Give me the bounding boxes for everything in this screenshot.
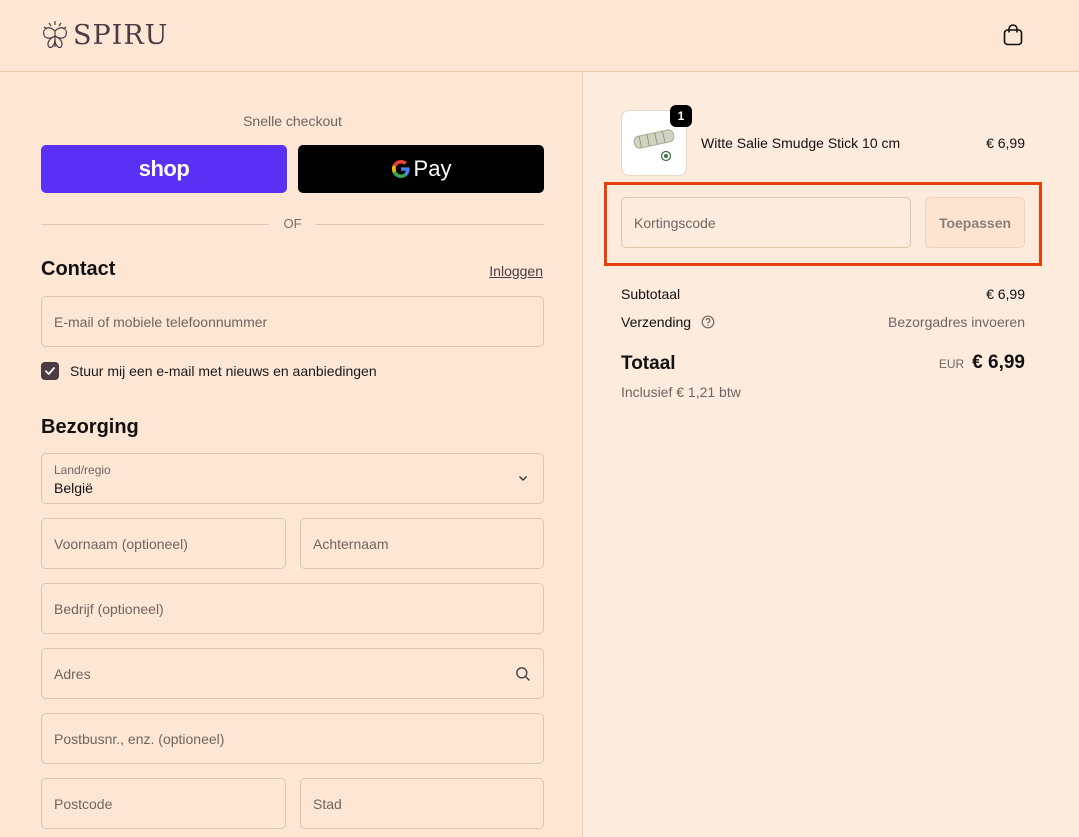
discount-code-field[interactable] xyxy=(621,197,911,248)
chevron-down-icon xyxy=(517,472,529,484)
butterfly-logo-icon xyxy=(43,21,67,49)
address2-input[interactable] xyxy=(42,714,543,763)
newsletter-option[interactable]: Stuur mij een e-mail met nieuws en aanbi… xyxy=(41,362,377,380)
checkmark-icon xyxy=(45,367,55,375)
order-summary: 1 Witte Salie Smudge Stick 10 cm € 6,99 … xyxy=(583,72,1079,837)
shop-pay-button[interactable]: shop xyxy=(41,145,287,193)
header: SPIRU xyxy=(0,0,1079,72)
address2-field[interactable] xyxy=(41,713,544,764)
address-field[interactable] xyxy=(41,648,544,699)
last-name-input[interactable] xyxy=(301,519,543,568)
brand-logo[interactable]: SPIRU xyxy=(40,18,168,52)
product-name: Witte Salie Smudge Stick 10 cm xyxy=(701,135,901,151)
delivery-heading: Bezorging xyxy=(41,416,139,438)
brand-name: SPIRU xyxy=(73,19,169,51)
login-link[interactable]: Inloggen xyxy=(489,263,543,279)
quantity-badge: 1 xyxy=(670,105,692,127)
last-name-field[interactable] xyxy=(300,518,544,569)
city-field[interactable] xyxy=(300,778,544,829)
shop-pay-label: shop xyxy=(138,156,190,181)
shopping-bag-icon xyxy=(1003,24,1023,46)
first-name-field[interactable] xyxy=(41,518,286,569)
email-field[interactable] xyxy=(41,296,544,347)
newsletter-checkbox[interactable] xyxy=(41,362,59,380)
shipping-label: Verzending xyxy=(621,314,692,330)
checkout-form: Snelle checkout shop Pay OF Contact Inlo… xyxy=(0,72,583,837)
contact-heading: Contact xyxy=(41,258,116,280)
shipping-value: Bezorgadres invoeren xyxy=(888,314,1025,330)
subtotal-label: Subtotaal xyxy=(621,286,681,302)
company-input[interactable] xyxy=(42,584,543,633)
postcode-field[interactable] xyxy=(41,778,286,829)
google-g-icon xyxy=(391,159,411,179)
address-input[interactable] xyxy=(42,649,543,698)
total-value: € 6,99 xyxy=(972,352,1025,373)
search-icon[interactable] xyxy=(515,666,531,682)
newsletter-label: Stuur mij een e-mail met nieuws en aanbi… xyxy=(70,363,377,379)
apply-discount-button[interactable]: Toepassen xyxy=(925,197,1025,248)
shipping-row: Verzending xyxy=(621,314,715,330)
product-price: € 6,99 xyxy=(986,135,1025,151)
express-checkout-label: Snelle checkout xyxy=(243,113,342,129)
city-input[interactable] xyxy=(301,779,543,828)
vat-note: Inclusief € 1,21 btw xyxy=(621,384,741,400)
country-value: België xyxy=(54,480,93,496)
email-input[interactable] xyxy=(42,297,543,346)
google-pay-label: Pay xyxy=(413,156,452,181)
cart-button[interactable] xyxy=(1000,22,1026,48)
subtotal-value: € 6,99 xyxy=(986,286,1025,302)
company-field[interactable] xyxy=(41,583,544,634)
help-circle-icon[interactable] xyxy=(701,315,715,329)
or-divider: OF xyxy=(41,216,544,231)
total-label: Totaal xyxy=(621,353,676,374)
currency-code: EUR xyxy=(938,357,965,371)
country-label: Land/regio xyxy=(54,463,111,477)
or-label: OF xyxy=(283,216,302,231)
country-select[interactable]: Land/regio België xyxy=(41,453,544,504)
total-value-group: EUR € 6,99 xyxy=(939,352,1025,374)
discount-code-input[interactable] xyxy=(622,198,910,247)
first-name-input[interactable] xyxy=(42,519,285,568)
google-pay-button[interactable]: Pay xyxy=(298,145,544,193)
postcode-input[interactable] xyxy=(42,779,285,828)
